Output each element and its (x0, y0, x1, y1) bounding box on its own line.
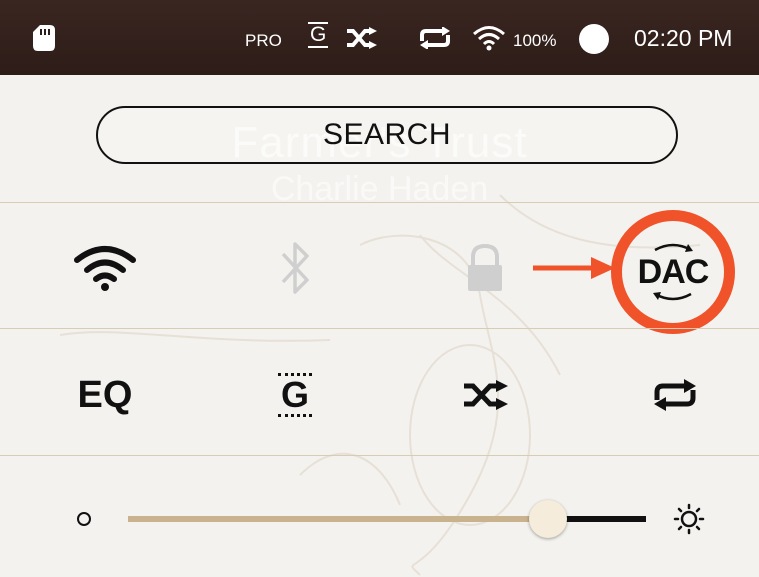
search-button[interactable]: SEARCH (96, 106, 678, 164)
repeat-button[interactable] (635, 355, 715, 435)
wifi-icon (473, 26, 505, 51)
shuffle-icon (347, 27, 377, 49)
shuffle-icon (464, 380, 508, 410)
brightness-high-icon (673, 503, 705, 535)
divider (0, 202, 759, 203)
repeat-icon (654, 379, 696, 411)
lock-icon (468, 243, 502, 291)
battery-percent: 100% (513, 31, 557, 50)
gapless-label: G (277, 373, 312, 417)
repeat-icon (420, 27, 450, 49)
dac-arrows-icon (653, 243, 693, 301)
gapless-indicator: G (308, 22, 329, 48)
bluetooth-toggle[interactable] (255, 228, 335, 308)
brightness-low-icon (77, 512, 91, 526)
eq-label: EQ (77, 373, 133, 416)
background-artist: Charlie Haden (270, 170, 489, 208)
bluetooth-icon (281, 242, 309, 294)
dac-icon: DAC (633, 232, 713, 312)
search-button-label: SEARCH (322, 118, 452, 151)
shuffle-button[interactable] (445, 355, 525, 435)
divider (0, 455, 759, 456)
sd-card-icon (33, 25, 55, 51)
brightness-slider-thumb[interactable] (528, 500, 567, 538)
eq-button[interactable]: EQ (55, 355, 155, 435)
status-bar: PRO G 100% 02:20 PM (0, 0, 759, 75)
clock: 02:20 PM (634, 25, 733, 51)
battery-circle-icon (579, 24, 609, 54)
divider (0, 328, 759, 329)
arrow-annotation (533, 257, 615, 279)
gapless-button[interactable]: G (250, 355, 340, 435)
brightness-slider-fill[interactable] (128, 516, 548, 522)
wifi-icon (74, 246, 136, 291)
lock-toggle[interactable] (445, 228, 525, 308)
dac-toggle[interactable]: DAC (611, 210, 735, 334)
wifi-toggle[interactable] (55, 228, 155, 308)
pro-indicator: PRO (245, 31, 282, 50)
